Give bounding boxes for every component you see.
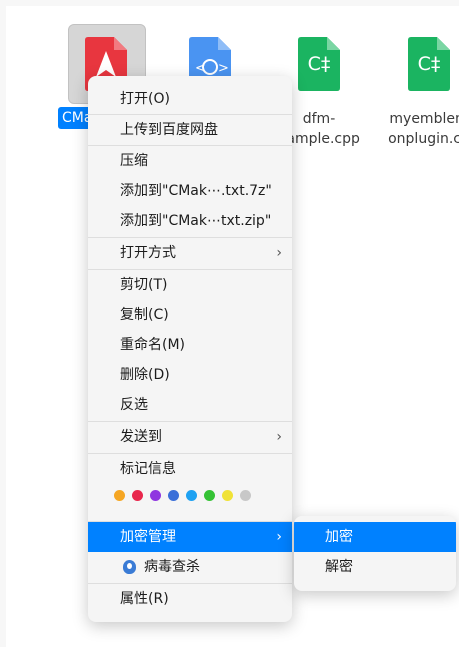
tag-color-picker — [114, 490, 251, 501]
menu-item-copy[interactable]: 复制(C) — [88, 300, 292, 330]
menu-item-send-to[interactable]: 发送到 › — [88, 422, 292, 452]
svg-text:>: > — [218, 61, 229, 76]
menu-item-open[interactable]: 打开(O) — [88, 84, 292, 114]
menu-item-add-to-zip[interactable]: 添加到"CMak⋯txt.zip" — [88, 206, 292, 236]
menu-item-virus-scan[interactable]: 病毒查杀 — [88, 552, 292, 582]
cpp-glyph: C‡ — [307, 53, 331, 75]
tag-color-light-blue[interactable] — [186, 490, 197, 501]
file-name-line1: myemblem — [389, 111, 459, 127]
menu-item-label: 发送到 — [120, 429, 162, 445]
cpp-file-icon: C‡ — [298, 37, 340, 91]
tag-color-green[interactable] — [204, 490, 215, 501]
menu-item-encryption[interactable]: 加密管理 › — [88, 522, 292, 552]
menu-item-delete[interactable]: 删除(D) — [88, 360, 292, 390]
menu-item-compress[interactable]: 压缩 — [88, 146, 292, 176]
menu-item-rename[interactable]: 重命名(M) — [88, 330, 292, 360]
tag-color-purple[interactable] — [150, 490, 161, 501]
menu-item-label: 病毒查杀 — [144, 559, 200, 575]
file-name-line2: onplugin.cp — [388, 131, 459, 147]
tag-color-red[interactable] — [132, 490, 143, 501]
chevron-right-icon: › — [276, 245, 282, 261]
encryption-submenu: 加密 解密 — [294, 516, 456, 591]
submenu-item-decrypt[interactable]: 解密 — [294, 552, 456, 582]
chevron-right-icon: › — [276, 429, 282, 445]
cpp-glyph: C‡ — [417, 53, 441, 75]
menu-item-tag-info: 标记信息 — [120, 461, 176, 477]
chevron-right-icon: › — [276, 529, 282, 545]
file-item-myemblem[interactable]: C‡ myemblem onplugin.cp — [384, 37, 459, 149]
context-menu: 打开(O) 上传到百度网盘 压缩 添加到"CMak⋯.txt.7z" 添加到"C… — [88, 76, 292, 622]
menu-item-cut[interactable]: 剪切(T) — [88, 270, 292, 300]
tag-color-blue[interactable] — [168, 490, 179, 501]
submenu-item-encrypt[interactable]: 加密 — [294, 522, 456, 552]
svg-text:<: < — [195, 61, 206, 76]
tag-color-gray[interactable] — [240, 490, 251, 501]
menu-item-label: 加密管理 — [120, 529, 176, 545]
menu-item-label: 打开方式 — [120, 245, 176, 261]
menu-item-invert-selection[interactable]: 反选 — [88, 390, 292, 420]
shield-icon — [123, 560, 136, 574]
cpp-file-icon: C‡ — [408, 37, 450, 91]
menu-item-upload-baidu[interactable]: 上传到百度网盘 — [88, 115, 292, 145]
menu-item-open-with[interactable]: 打开方式 › — [88, 238, 292, 268]
menu-item-properties[interactable]: 属性(R) — [88, 584, 292, 614]
menu-item-add-to-7z[interactable]: 添加到"CMak⋯.txt.7z" — [88, 176, 292, 206]
tag-color-yellow[interactable] — [222, 490, 233, 501]
tag-color-orange[interactable] — [114, 490, 125, 501]
